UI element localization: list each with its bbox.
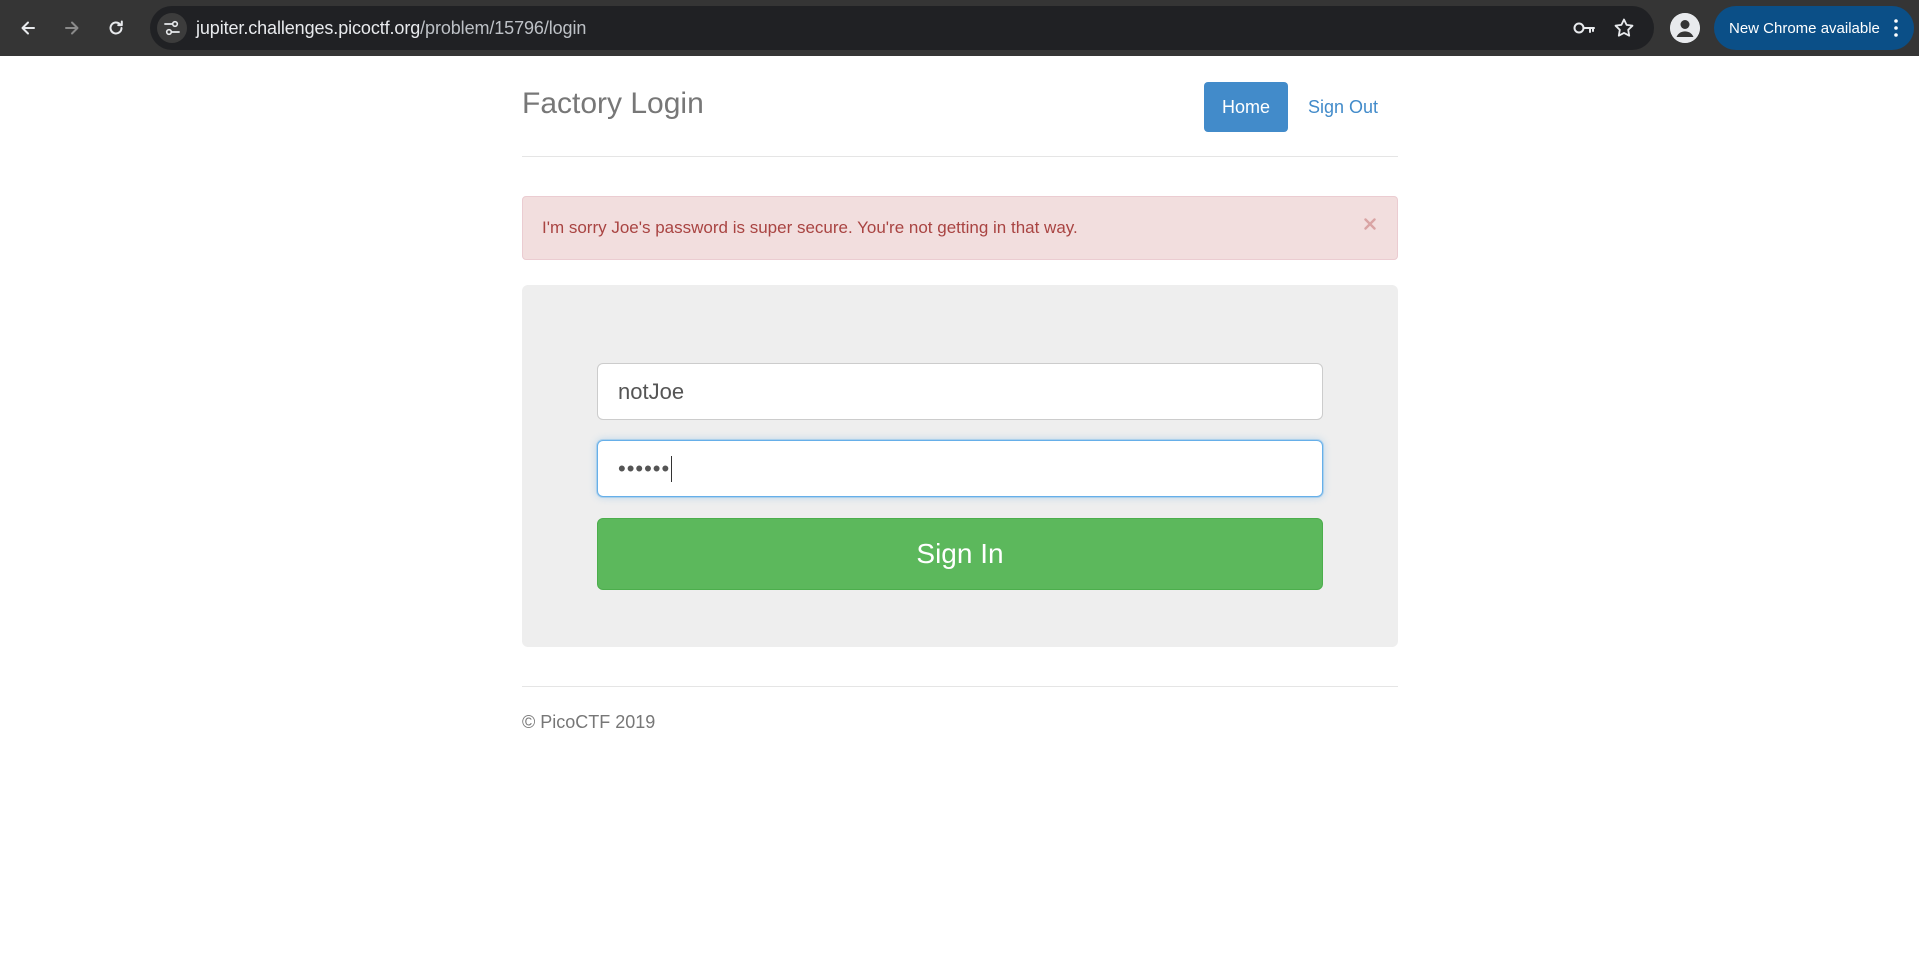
url-host: jupiter.challenges.picoctf.org [196,18,421,38]
forward-arrow-icon [65,21,79,35]
page-container: Factory Login Home Sign Out I'm sorry Jo… [522,56,1398,732]
back-button[interactable] [12,12,44,44]
password-input[interactable]: •••••• [597,440,1323,497]
page-footer: © PicoCTF 2019 [522,686,1398,732]
back-arrow-icon [21,21,35,35]
sign-in-button[interactable]: Sign In [597,518,1323,590]
url-path: /problem/15796/login [420,18,587,38]
password-value: •••••• [618,455,671,481]
chrome-update-button[interactable]: New Chrome available [1714,6,1914,50]
address-bar[interactable]: jupiter.challenges.picoctf.org/problem/1… [150,6,1654,50]
alert-close-button[interactable] [1359,213,1381,235]
update-label: New Chrome available [1729,19,1880,37]
close-icon [1364,218,1376,230]
profile-icon[interactable] [1670,13,1700,43]
forward-button[interactable] [56,12,88,44]
nav-home-button[interactable]: Home [1204,82,1288,132]
reload-icon [109,20,123,35]
username-value: notJoe [618,378,685,404]
url-text[interactable]: jupiter.challenges.picoctf.org/problem/1… [196,18,586,39]
text-caret [671,455,673,482]
browser-toolbar: jupiter.challenges.picoctf.org/problem/1… [0,0,1919,56]
more-vert-icon [1894,19,1898,37]
error-alert: I'm sorry Joe's password is super secure… [522,196,1398,260]
person-icon [1670,13,1700,43]
page-title: Factory Login [522,87,704,120]
footer-copyright: © PicoCTF 2019 [522,712,656,732]
username-input[interactable]: notJoe [597,363,1323,420]
reload-button[interactable] [100,12,132,44]
site-info-button[interactable] [157,13,187,43]
tune-icon [164,20,180,36]
login-panel: notJoe •••••• Sign In [522,285,1398,647]
nav-sign-out-link[interactable]: Sign Out [1288,82,1398,132]
key-icon[interactable] [1572,18,1596,38]
star-icon[interactable] [1612,16,1636,40]
page-header: Factory Login Home Sign Out [522,56,1398,157]
alert-message: I'm sorry Joe's password is super secure… [542,218,1078,237]
